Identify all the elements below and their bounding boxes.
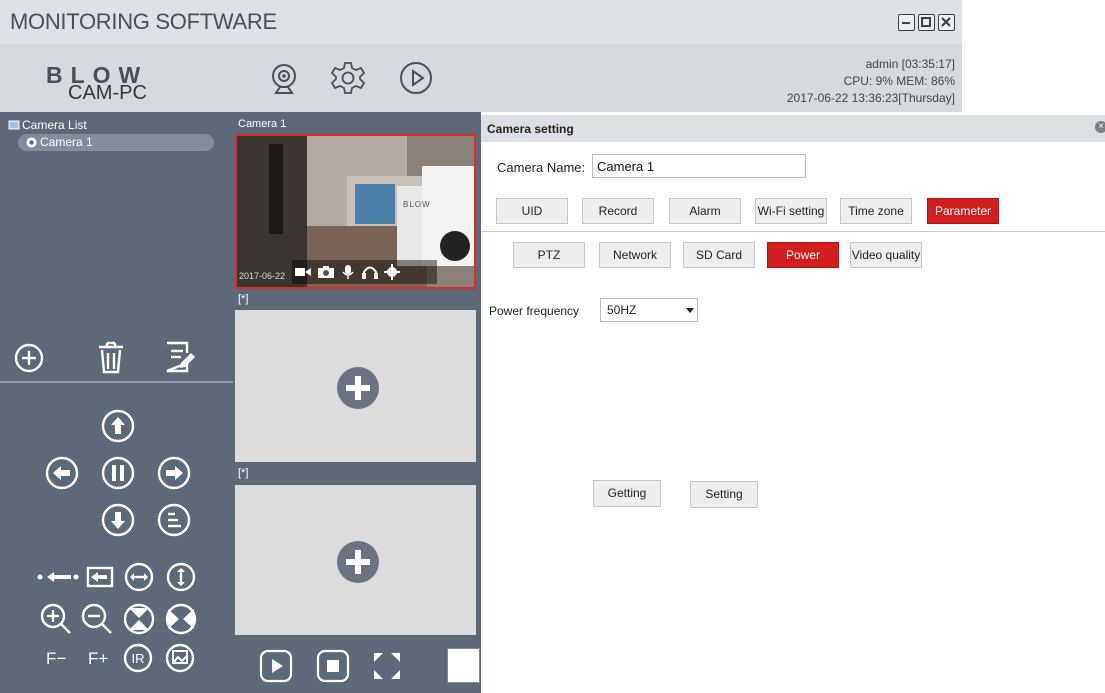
view-slot-2-label: [*] bbox=[238, 293, 249, 305]
maximize-icon[interactable] bbox=[918, 14, 935, 31]
camera-name-label: Camera Name: bbox=[497, 160, 586, 175]
gear-icon[interactable] bbox=[330, 60, 366, 96]
camera-list-label: Camera List bbox=[22, 118, 87, 132]
headphones-icon[interactable] bbox=[361, 264, 379, 285]
svg-text:IR: IR bbox=[132, 651, 145, 666]
add-camera-icon[interactable] bbox=[336, 540, 380, 589]
microphone-icon[interactable] bbox=[341, 264, 355, 285]
app-title: MONITORING SOFTWARE bbox=[10, 9, 277, 34]
right-icon[interactable] bbox=[156, 455, 192, 496]
vertical-icon[interactable] bbox=[164, 560, 198, 599]
play-icon[interactable] bbox=[259, 649, 293, 688]
horizontal-icon[interactable] bbox=[122, 560, 156, 599]
zoom-in-icon[interactable] bbox=[39, 602, 73, 641]
tab-parameter[interactable]: Parameter bbox=[927, 198, 999, 224]
ir-icon[interactable]: IR bbox=[122, 642, 154, 679]
camera-icon[interactable] bbox=[266, 60, 302, 96]
flip-icon[interactable] bbox=[122, 602, 156, 641]
setting-button[interactable]: Setting bbox=[690, 481, 758, 508]
datetime-status: 2017-06-22 13:36:23[Thursday] bbox=[786, 91, 955, 105]
focus-minus-button[interactable]: F− bbox=[46, 649, 66, 669]
settings-title: Camera setting bbox=[487, 122, 574, 136]
fullscreen-icon[interactable] bbox=[372, 651, 402, 686]
focus-plus-button[interactable]: F+ bbox=[88, 649, 108, 669]
focus-out-icon[interactable] bbox=[73, 563, 115, 596]
subtab-video-quality[interactable]: Video quality bbox=[850, 242, 922, 268]
camera-1-brand-text: BLOW bbox=[403, 200, 431, 209]
tab-uid[interactable]: UID bbox=[496, 198, 568, 224]
edit-icon[interactable] bbox=[163, 341, 197, 378]
stop-icon[interactable] bbox=[316, 649, 350, 688]
zoom-out-icon[interactable] bbox=[80, 602, 114, 641]
pc-name: CAM-PC bbox=[68, 82, 147, 104]
close-window-icon[interactable] bbox=[938, 14, 955, 31]
tab-divider bbox=[481, 231, 1105, 232]
camera-name-input[interactable] bbox=[592, 154, 806, 178]
getting-button[interactable]: Getting bbox=[593, 480, 661, 507]
down-icon[interactable] bbox=[100, 502, 136, 543]
image-icon[interactable] bbox=[164, 642, 196, 679]
record-icon[interactable] bbox=[294, 264, 312, 285]
chevron-down-icon bbox=[686, 308, 694, 313]
camera-list-icon bbox=[8, 118, 20, 136]
camera-1-timestamp: 2017-06-22 bbox=[239, 271, 286, 281]
view-slot-1-label: Camera 1 bbox=[238, 118, 287, 130]
menu-icon[interactable] bbox=[156, 502, 192, 543]
power-frequency-label: Power frequency bbox=[489, 304, 580, 318]
panel-divider bbox=[0, 381, 233, 383]
left-panel bbox=[0, 112, 233, 693]
minimize-icon[interactable] bbox=[898, 14, 915, 31]
add-camera-icon[interactable] bbox=[336, 366, 380, 415]
tab-time-zone[interactable]: Time zone bbox=[840, 198, 912, 224]
view-layout-toggle[interactable] bbox=[447, 648, 480, 683]
subtab-power[interactable]: Power bbox=[767, 242, 839, 268]
close-icon[interactable]: × bbox=[1095, 121, 1105, 133]
camera-settings-icon[interactable] bbox=[383, 264, 401, 285]
mirror-icon[interactable] bbox=[164, 602, 198, 641]
pause-icon[interactable] bbox=[100, 455, 136, 496]
left-icon[interactable] bbox=[44, 455, 80, 496]
subtab-network[interactable]: Network bbox=[599, 242, 671, 268]
tab-record[interactable]: Record bbox=[582, 198, 654, 224]
subtab-ptz[interactable]: PTZ bbox=[513, 242, 585, 268]
focus-in-icon[interactable] bbox=[37, 563, 73, 596]
subtab-sd-card[interactable]: SD Card bbox=[683, 242, 755, 268]
resource-status: CPU: 9% MEM: 86% bbox=[843, 74, 955, 88]
power-frequency-value: 50HZ bbox=[607, 303, 637, 317]
camera-1-view[interactable]: 2017-06-22 BLOW bbox=[235, 134, 476, 289]
snapshot-icon[interactable] bbox=[317, 264, 335, 285]
delete-icon[interactable] bbox=[95, 341, 127, 380]
up-icon[interactable] bbox=[100, 408, 136, 449]
user-status: admin [03:35:17] bbox=[865, 57, 955, 71]
tab-wifi-setting[interactable]: Wi-Fi setting bbox=[755, 198, 827, 224]
tab-alarm[interactable]: Alarm bbox=[669, 198, 741, 224]
settings-header bbox=[481, 115, 1105, 142]
play-icon[interactable] bbox=[398, 60, 434, 96]
camera-item-icon bbox=[25, 136, 38, 154]
add-icon[interactable] bbox=[13, 342, 45, 379]
view-slot-3-label: [*] bbox=[238, 467, 249, 479]
camera-item-label: Camera 1 bbox=[40, 135, 93, 149]
